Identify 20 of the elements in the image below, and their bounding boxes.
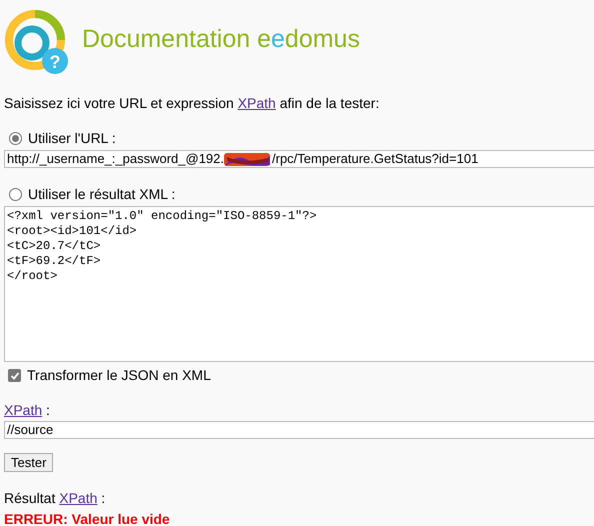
intro-text: Saisissez ici votre URL et expression XPath afin de la tester: [4,94,380,113]
result-label: Résultat [4,489,56,508]
radio-label: Utiliser l'URL : [28,129,116,148]
radio-button[interactable] [9,188,22,201]
xpath-link[interactable]: XPath [4,400,42,421]
xpath-link[interactable]: XPath [59,488,98,509]
radio-label: Utiliser le résultat XML : [28,185,176,204]
redaction-mark [224,152,272,166]
checkbox[interactable] [8,369,21,382]
xpath-field[interactable]: //source [4,421,594,439]
url-field[interactable]: http://_username_:_password_@192. /rpc/Temperature.GetStatus?id=101 [4,150,594,168]
checkbox-label: Transformer le JSON en XML [27,366,211,385]
tester-button[interactable]: Tester [4,453,54,472]
xml-textarea[interactable]: <?xml version="1.0" encoding="ISO-8859-1"?> <root><id>101</id> <tC>20.7</tC> <tF>69.2</tF> </root> [4,206,594,362]
xpath-link[interactable]: XPath [238,95,276,111]
page-title: Documentation eedomus [82,27,360,52]
field-label: : [45,401,50,420]
error-message: ERREUR: Valeur lue vide [4,510,171,526]
radio-button[interactable] [9,132,22,145]
result-label: : [100,489,106,508]
